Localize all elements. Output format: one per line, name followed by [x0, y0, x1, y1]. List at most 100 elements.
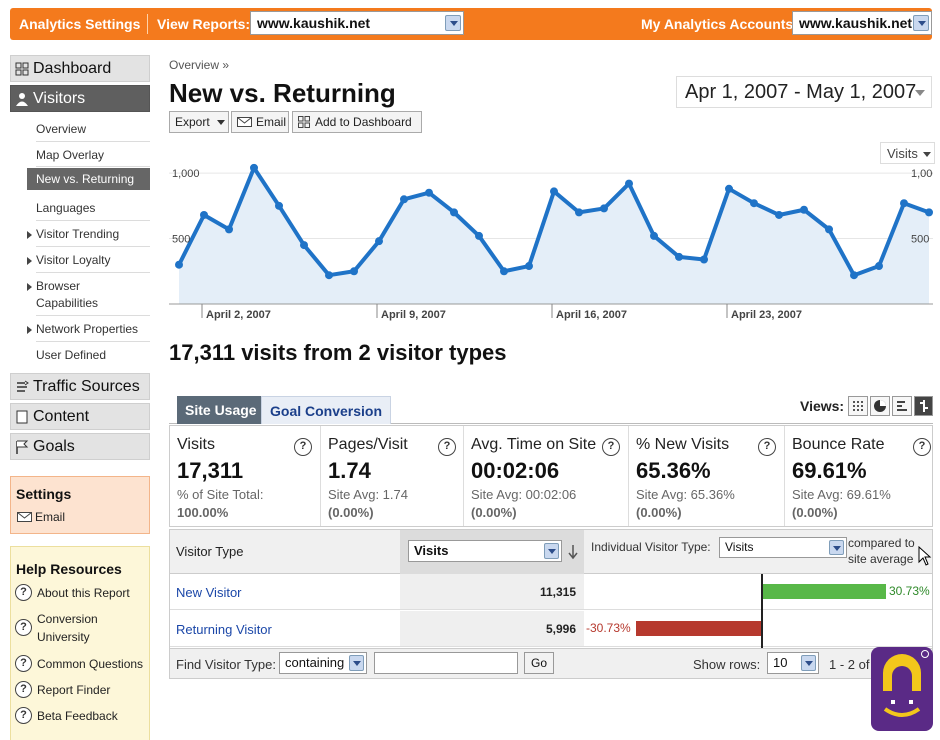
go-button[interactable]: Go — [524, 652, 555, 674]
help-icon[interactable]: ? — [913, 438, 931, 456]
visitor-type-table: Visitor Type Visits Individual Visitor T… — [169, 529, 933, 679]
data-point[interactable] — [250, 163, 258, 172]
chevron-down-icon[interactable] — [801, 655, 816, 671]
metric-sub: Site Avg: 1.74 — [328, 487, 408, 502]
bar-view-icon[interactable] — [892, 396, 912, 416]
data-point[interactable] — [550, 187, 558, 196]
data-point[interactable] — [425, 188, 433, 197]
sub-browser-capabilities-line2[interactable]: Capabilities — [27, 295, 150, 312]
view-reports-select[interactable]: www.kaushik.net — [250, 11, 464, 35]
help-item-label: University — [37, 630, 90, 644]
data-point[interactable] — [475, 231, 483, 240]
metric-name: % New Visits — [636, 436, 730, 453]
col-visitor-type[interactable]: Visitor Type — [176, 544, 243, 559]
data-point[interactable] — [275, 201, 283, 210]
data-point[interactable] — [500, 267, 508, 276]
chevron-down-icon[interactable] — [349, 655, 364, 671]
help-icon[interactable]: ? — [294, 438, 312, 456]
settings-email-link[interactable]: Email — [17, 510, 65, 524]
find-visitor-type-input[interactable] — [374, 652, 518, 674]
tab-site-usage[interactable]: Site Usage — [177, 396, 265, 424]
data-point[interactable] — [875, 262, 883, 271]
data-point[interactable] — [625, 179, 633, 188]
help-common-questions[interactable]: ? Common Questions — [15, 655, 143, 673]
data-point[interactable] — [700, 255, 708, 264]
pagination-text: 1 - 2 of — [829, 657, 870, 672]
chevron-down-icon[interactable] — [913, 15, 929, 31]
sub-visitor-trending[interactable]: Visitor Trending — [27, 226, 150, 243]
data-point[interactable] — [225, 225, 233, 234]
help-report-finder[interactable]: ? Report Finder — [15, 681, 110, 699]
sub-browser-capabilities[interactable]: Browser — [27, 278, 150, 295]
y-tick-label: 500 — [172, 234, 190, 246]
chevron-down-icon[interactable] — [829, 540, 844, 555]
data-point[interactable] — [750, 199, 758, 208]
data-point[interactable] — [375, 237, 383, 246]
nav-dashboard-label: Dashboard — [33, 60, 112, 77]
individual-type-select[interactable]: Visits — [719, 537, 847, 558]
my-accounts-select[interactable]: www.kaushik.net — [792, 11, 932, 35]
data-point[interactable] — [175, 260, 183, 269]
nav-content[interactable]: Content — [10, 403, 150, 430]
visits-cell: 11,315 — [400, 574, 584, 609]
email-button[interactable]: Email — [231, 111, 289, 133]
help-icon[interactable]: ? — [602, 438, 620, 456]
settings-title: Settings — [16, 486, 72, 502]
help-icon: ? — [15, 619, 32, 636]
nav-visitors[interactable]: Visitors — [10, 85, 150, 112]
sort-down-icon[interactable] — [567, 544, 579, 560]
sub-overview[interactable]: Overview — [27, 121, 150, 138]
help-item-label: Beta Feedback — [37, 709, 118, 723]
help-icon[interactable]: ? — [758, 438, 776, 456]
data-point[interactable] — [850, 271, 858, 280]
tab-goal-conversion[interactable]: Goal Conversion — [261, 396, 392, 424]
data-point[interactable] — [650, 231, 658, 240]
find-mode-select[interactable]: containing — [279, 652, 367, 674]
data-point[interactable] — [800, 205, 808, 214]
chevron-down-icon[interactable] — [445, 15, 461, 31]
export-button[interactable]: Export — [169, 111, 229, 133]
sub-visitor-loyalty[interactable]: Visitor Loyalty — [27, 252, 150, 269]
visitor-type-link[interactable]: New Visitor — [176, 585, 242, 600]
sub-languages[interactable]: Languages — [27, 200, 150, 217]
data-point[interactable] — [325, 271, 333, 280]
help-beta-feedback[interactable]: ? Beta Feedback — [15, 707, 118, 725]
sub-map-overlay[interactable]: Map Overlay — [27, 147, 150, 164]
data-point[interactable] — [525, 262, 533, 271]
help-about-report[interactable]: ? About this Report — [15, 584, 130, 602]
visitor-type-link[interactable]: Returning Visitor — [176, 622, 272, 637]
data-point[interactable] — [600, 204, 608, 213]
comparison-view-icon[interactable] — [914, 396, 933, 416]
show-rows-select[interactable]: 10 — [767, 652, 819, 674]
data-point[interactable] — [300, 241, 308, 250]
table-view-icon[interactable] — [848, 396, 868, 416]
nav-dashboard[interactable]: Dashboard — [10, 55, 150, 82]
data-point[interactable] — [775, 210, 783, 219]
help-icon[interactable]: ? — [438, 438, 456, 456]
sub-network-properties[interactable]: Network Properties — [27, 321, 150, 338]
nav-traffic-sources[interactable]: Traffic Sources — [10, 373, 150, 400]
table-metric-select[interactable]: Visits — [408, 540, 562, 562]
date-range-picker[interactable]: Apr 1, 2007 - May 1, 2007 — [676, 76, 932, 108]
chevron-down-icon[interactable] — [544, 543, 559, 559]
data-point[interactable] — [675, 252, 683, 261]
add-to-dashboard-button[interactable]: Add to Dashboard — [292, 111, 422, 133]
chevron-down-icon[interactable] — [915, 90, 925, 96]
data-point[interactable] — [825, 225, 833, 234]
data-point[interactable] — [350, 267, 358, 276]
data-point[interactable] — [900, 199, 908, 208]
breadcrumb[interactable]: Overview » — [169, 58, 229, 72]
sub-user-defined[interactable]: User Defined — [27, 347, 150, 364]
nav-goals[interactable]: Goals — [10, 433, 150, 460]
data-point[interactable] — [575, 208, 583, 217]
analytics-settings-link[interactable]: Analytics Settings — [19, 16, 140, 32]
x-tick-label: April 9, 2007 — [381, 309, 446, 321]
data-point[interactable] — [925, 208, 933, 217]
data-point[interactable] — [200, 210, 208, 219]
data-point[interactable] — [450, 208, 458, 217]
pie-view-icon[interactable] — [870, 396, 890, 416]
data-point[interactable] — [400, 195, 408, 204]
data-point[interactable] — [725, 184, 733, 193]
help-conversion-university[interactable]: ? Conversion University — [15, 610, 98, 646]
sub-new-vs-returning[interactable]: New vs. Returning — [27, 168, 150, 190]
